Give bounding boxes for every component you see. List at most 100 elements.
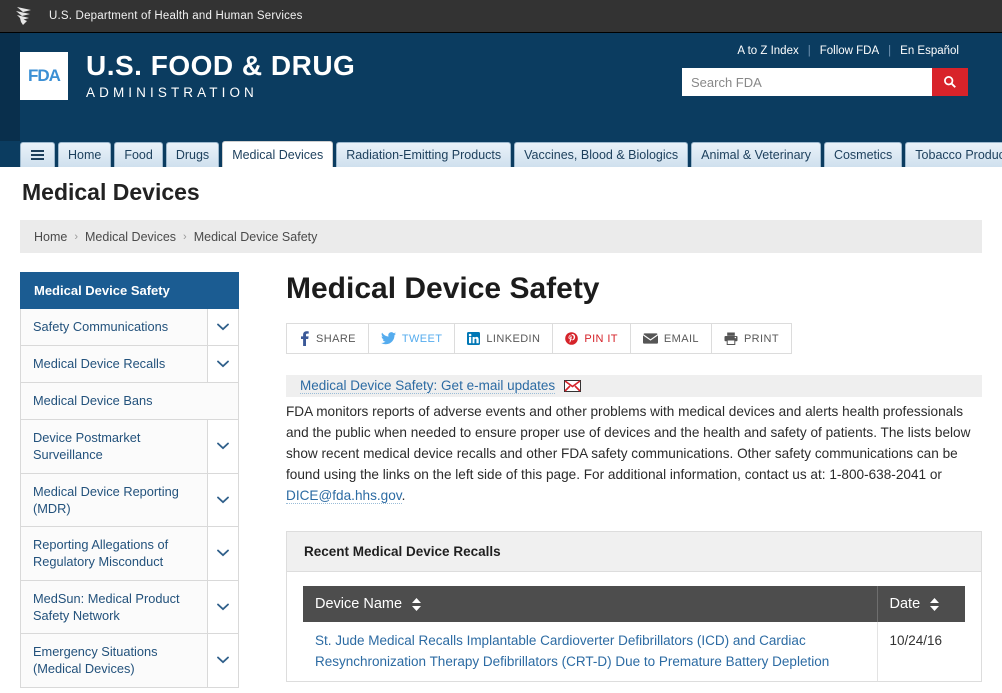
search-box: [682, 68, 968, 96]
dice-email-link[interactable]: DICE@fda.hhs.gov: [286, 488, 402, 505]
menu-button[interactable]: [20, 142, 55, 167]
nav-tab-medical-devices[interactable]: Medical Devices: [222, 141, 334, 167]
sidebar-item-label: Reporting Allegations of Regulatory Misc…: [33, 537, 169, 570]
sort-arrows-icon: [930, 597, 940, 611]
nav-tab-vaccines-blood-biologics[interactable]: Vaccines, Blood & Biologics: [514, 142, 689, 167]
share-button-label: PIN IT: [584, 332, 618, 345]
sidebar-item-label: MedSun: Medical Product Safety Network: [33, 590, 180, 623]
intro-paragraph: FDA monitors reports of adverse events a…: [286, 401, 982, 506]
pinterest-icon: [565, 332, 579, 345]
fda-subtitle: ADMINISTRATION: [86, 85, 258, 101]
page-shell: Medical Devices Home › Medical Devices › Med…: [0, 167, 1002, 688]
column-label-device-name: Device Name: [315, 596, 403, 613]
utility-links: A to Z Index | Follow FDA | En Español: [668, 45, 968, 57]
nav-tab-drugs[interactable]: Drugs: [165, 142, 220, 167]
breadcrumb-item-medical-devices[interactable]: Medical Devices: [85, 230, 176, 244]
sidebar-item-medical-device-recalls[interactable]: Medical Device Recalls: [20, 346, 239, 383]
search-input[interactable]: [682, 68, 932, 96]
share-button-tweet[interactable]: TWEET: [367, 323, 455, 354]
recall-link[interactable]: St. Jude Medical Recalls Implantable Car…: [315, 633, 829, 668]
utility-link-en-espanol[interactable]: En Español: [891, 45, 968, 57]
breadcrumb-separator: ›: [74, 230, 79, 243]
sidebar-expand-toggle[interactable]: [207, 309, 238, 345]
sidebar-expand-toggle[interactable]: [207, 346, 238, 382]
page-title: Medical Device Safety: [286, 272, 600, 305]
chevron-down-icon: [217, 549, 229, 557]
table-header-row: Device Name Date: [303, 586, 965, 623]
nav-tab-cosmetics[interactable]: Cosmetics: [823, 142, 903, 167]
facebook-icon: [299, 331, 310, 346]
sidebar-expand-toggle[interactable]: [207, 634, 238, 687]
recent-recalls-panel: Recent Medical Device Recalls Device Nam…: [286, 531, 982, 682]
sidebar-item-medical-device-reporting-mdr[interactable]: Medical Device Reporting (MDR): [20, 473, 239, 528]
sidebar-expand-toggle[interactable]: [207, 420, 238, 473]
sidebar-item-label: Medical Device Bans: [33, 393, 153, 409]
sidebar-item-emergency-situations-medical-devices[interactable]: Emergency Situations (Medical Devices): [20, 634, 239, 688]
share-button-label: SHARE: [316, 332, 356, 345]
envelope-icon: [642, 333, 658, 344]
printer-icon: [724, 332, 738, 345]
fda-title: U.S. FOOD & DRUG: [86, 50, 356, 81]
nav-tab-animal-veterinary[interactable]: Animal & Veterinary: [691, 142, 821, 167]
share-button-print[interactable]: PRINT: [710, 323, 792, 354]
sidebar-item-label: Device Postmarket Surveillance: [33, 430, 141, 463]
sidebar-item-medical-device-bans[interactable]: Medical Device Bans: [20, 383, 239, 420]
sidebar-item-reporting-allegations-of-regulatory-misconduct[interactable]: Reporting Allegations of Regulatory Misc…: [20, 527, 239, 581]
sidebar-expand-toggle[interactable]: [207, 473, 238, 527]
cell-device-name: St. Jude Medical Recalls Implantable Car…: [303, 622, 878, 681]
utility-link-a-to-z[interactable]: A to Z Index: [728, 45, 807, 57]
share-button-email[interactable]: EMAIL: [629, 323, 711, 354]
nav-tab-tobacco-products[interactable]: Tobacco Products: [905, 142, 1002, 167]
breadcrumb: Home › Medical Devices › Medical Device Safe…: [20, 220, 982, 253]
chevron-down-icon: [217, 442, 229, 450]
share-button-label: TWEET: [401, 332, 443, 345]
sidebar: Medical Device Safety Safety Communicati…: [20, 272, 239, 688]
intro-text-part2: .: [401, 488, 406, 504]
sidebar-item-safety-communications[interactable]: Safety Communications: [20, 309, 239, 346]
nav-tab-food[interactable]: Food: [114, 142, 163, 167]
intro-text-part1: FDA monitors reports of adverse events a…: [286, 404, 971, 483]
share-button-row: SHARE TWEET LINKEDIN PIN IT EMAIL PRINT: [286, 323, 982, 354]
linkedin-icon: [467, 332, 481, 345]
header-right-region: A to Z Index | Follow FDA | En Español: [668, 45, 968, 96]
sidebar-item-label: Medical Device Recalls: [33, 356, 166, 372]
column-header-device-name[interactable]: Device Name: [303, 586, 878, 623]
chevron-down-icon: [217, 603, 229, 611]
breadcrumb-separator: ›: [183, 230, 187, 243]
main-content: Medical Device Safety SHARE TWEET LINKEDIN…: [239, 272, 1002, 688]
nav-tab-radiation-emitting-products[interactable]: Radiation-Emitting Products: [336, 142, 512, 167]
share-button-linkedin[interactable]: LINKEDIN: [454, 323, 553, 354]
fda-header: FDA U.S. FOOD & DRUG ADMINISTRATION A to…: [0, 33, 1002, 141]
share-button-label: PRINT: [743, 332, 779, 345]
breadcrumb-item-home[interactable]: Home: [34, 230, 67, 244]
sidebar-expand-toggle[interactable]: [207, 580, 238, 634]
breadcrumb-item-medical-device-safety: Medical Device Safety: [193, 229, 318, 244]
sidebar-item-label: Emergency Situations (Medical Devices): [33, 644, 158, 677]
sort-arrows-icon: [412, 597, 422, 611]
chevron-down-icon: [217, 360, 229, 368]
twitter-icon: [380, 332, 396, 345]
nav-tab-home[interactable]: Home: [58, 142, 112, 167]
table-row: St. Jude Medical Recalls Implantable Car…: [303, 622, 965, 681]
sidebar-expand-toggle[interactable]: [207, 527, 238, 580]
share-button-share[interactable]: SHARE: [286, 323, 368, 354]
sidebar-item-label: Medical Device Reporting (MDR): [33, 483, 179, 516]
nav-tab-list: Home Food Drugs Medical Devices Radiation-Em…: [20, 141, 1002, 167]
page-header: Medical Devices Home › Medical Devices › Med…: [20, 167, 1002, 253]
column-label-date: Date: [889, 596, 921, 613]
utility-link-follow-fda[interactable]: Follow FDA: [811, 45, 888, 57]
fda-logo-text: FDA: [28, 65, 61, 85]
email-envelope-icon[interactable]: [564, 380, 582, 392]
fda-brand[interactable]: FDA U.S. FOOD & DRUG ADMINISTRATION: [20, 51, 355, 100]
column-header-date[interactable]: Date: [877, 586, 965, 623]
share-button-pin-it[interactable]: PIN IT: [552, 323, 630, 354]
recalls-panel-title: Recent Medical Device Recalls: [287, 532, 981, 573]
share-button-label: EMAIL: [663, 332, 699, 345]
hamburger-menu-icon: [31, 148, 44, 162]
search-button[interactable]: [932, 68, 968, 96]
sidebar-item-medsun-medical-product-safety-network[interactable]: MedSun: Medical Product Safety Network: [20, 580, 239, 635]
hhs-eagle-logo: [16, 7, 31, 25]
sidebar-item-device-postmarket-surveillance[interactable]: Device Postmarket Surveillance: [20, 420, 239, 474]
email-updates-link[interactable]: Medical Device Safety: Get e-mail update…: [300, 378, 556, 394]
fda-logo[interactable]: FDA: [20, 51, 68, 100]
